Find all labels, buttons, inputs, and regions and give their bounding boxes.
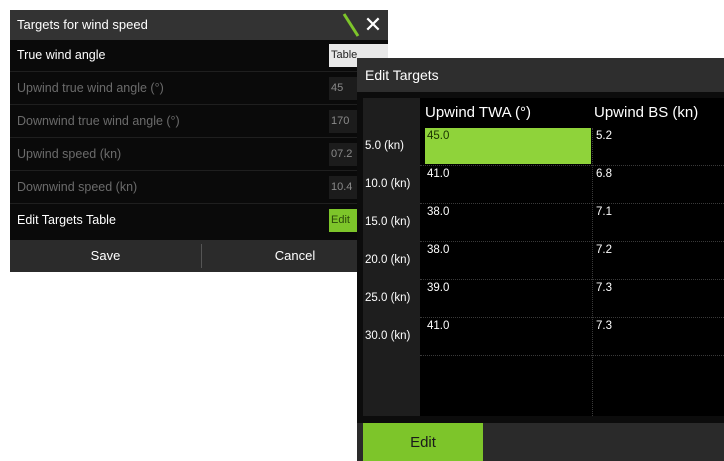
row-label: 5.0 (kn) (365, 140, 404, 152)
table-cell-twa[interactable]: 41.0 (425, 318, 591, 354)
row-label: 15.0 (kn) (365, 216, 411, 228)
row-label: 10.0 (kn) (365, 178, 411, 190)
table-cell-bs[interactable]: 7.3 (594, 280, 724, 316)
column-header-upwind-twa: Upwind TWA (°) (425, 104, 532, 121)
edit-targets-dialog: Edit Targets Upwind TWA (°) Upwind BS (k… (357, 58, 724, 461)
table-row: 25.0 (kn) 39.0 7.3 (363, 280, 724, 317)
table-cell-twa[interactable]: 38.0 (425, 204, 591, 240)
dialog-header: Edit Targets (357, 58, 724, 92)
table-row: 5.0 (kn) 45.0 5.2 (363, 128, 724, 165)
table-row: 15.0 (kn) 38.0 7.1 (363, 204, 724, 241)
setting-label: Upwind speed (kn) (17, 147, 122, 161)
setting-row-downwind-speed: Downwind speed (kn) 10.4 (10, 172, 388, 204)
setting-label: Downwind speed (kn) (17, 180, 138, 194)
targets-table: Upwind TWA (°) Upwind BS (kn) 5.0 (kn) 4… (363, 98, 724, 416)
table-cell-twa[interactable]: 38.0 (425, 242, 591, 278)
row-label: 20.0 (kn) (365, 254, 411, 266)
setting-row-downwind-twa: Downwind true wind angle (°) 170 (10, 106, 388, 138)
dialog-title: Edit Targets (365, 67, 439, 83)
row-label: 30.0 (kn) (365, 330, 411, 342)
table-row: 30.0 (kn) 41.0 7.3 (363, 318, 724, 355)
table-cell-bs[interactable]: 5.2 (594, 128, 724, 164)
row-divider (420, 355, 724, 357)
setting-row-upwind-speed: Upwind speed (kn) 07.2 (10, 139, 388, 171)
table-cell-twa[interactable]: 41.0 (425, 166, 591, 202)
table-cell-bs[interactable]: 7.2 (594, 242, 724, 278)
dialog-title: Targets for wind speed (17, 17, 148, 32)
table-cell-bs[interactable]: 6.8 (594, 166, 724, 202)
table-row: 10.0 (kn) 41.0 6.8 (363, 166, 724, 203)
setting-label: Downwind true wind angle (°) (17, 114, 180, 128)
dialog-footer: Save Cancel (10, 240, 388, 272)
setting-label: Edit Targets Table (17, 213, 116, 227)
table-cell-bs[interactable]: 7.1 (594, 204, 724, 240)
setting-row-upwind-twa: Upwind true wind angle (°) 45 (10, 73, 388, 105)
close-icon[interactable]: ✕ (360, 11, 386, 39)
targets-wind-speed-dialog: Targets for wind speed ✕ True wind angle… (10, 10, 388, 272)
setting-row-edit-targets-table[interactable]: Edit Targets Table Edit (10, 205, 388, 236)
table-cell-twa[interactable]: 45.0 (425, 128, 591, 164)
edit-button[interactable]: Edit (363, 423, 483, 461)
dialog-header: Targets for wind speed ✕ (10, 10, 388, 40)
table-cell-bs[interactable]: 7.3 (594, 318, 724, 354)
row-label: 25.0 (kn) (365, 292, 411, 304)
dialog-footer: Edit (357, 423, 724, 461)
column-header-upwind-bs: Upwind BS (kn) (594, 104, 699, 121)
setting-label: True wind angle (17, 48, 106, 62)
setting-row-true-wind-angle[interactable]: True wind angle Table (10, 40, 388, 72)
table-cell-twa[interactable]: 39.0 (425, 280, 591, 316)
save-button[interactable]: Save (10, 240, 201, 272)
setting-label: Upwind true wind angle (°) (17, 81, 164, 95)
table-row: 20.0 (kn) 38.0 7.2 (363, 242, 724, 279)
